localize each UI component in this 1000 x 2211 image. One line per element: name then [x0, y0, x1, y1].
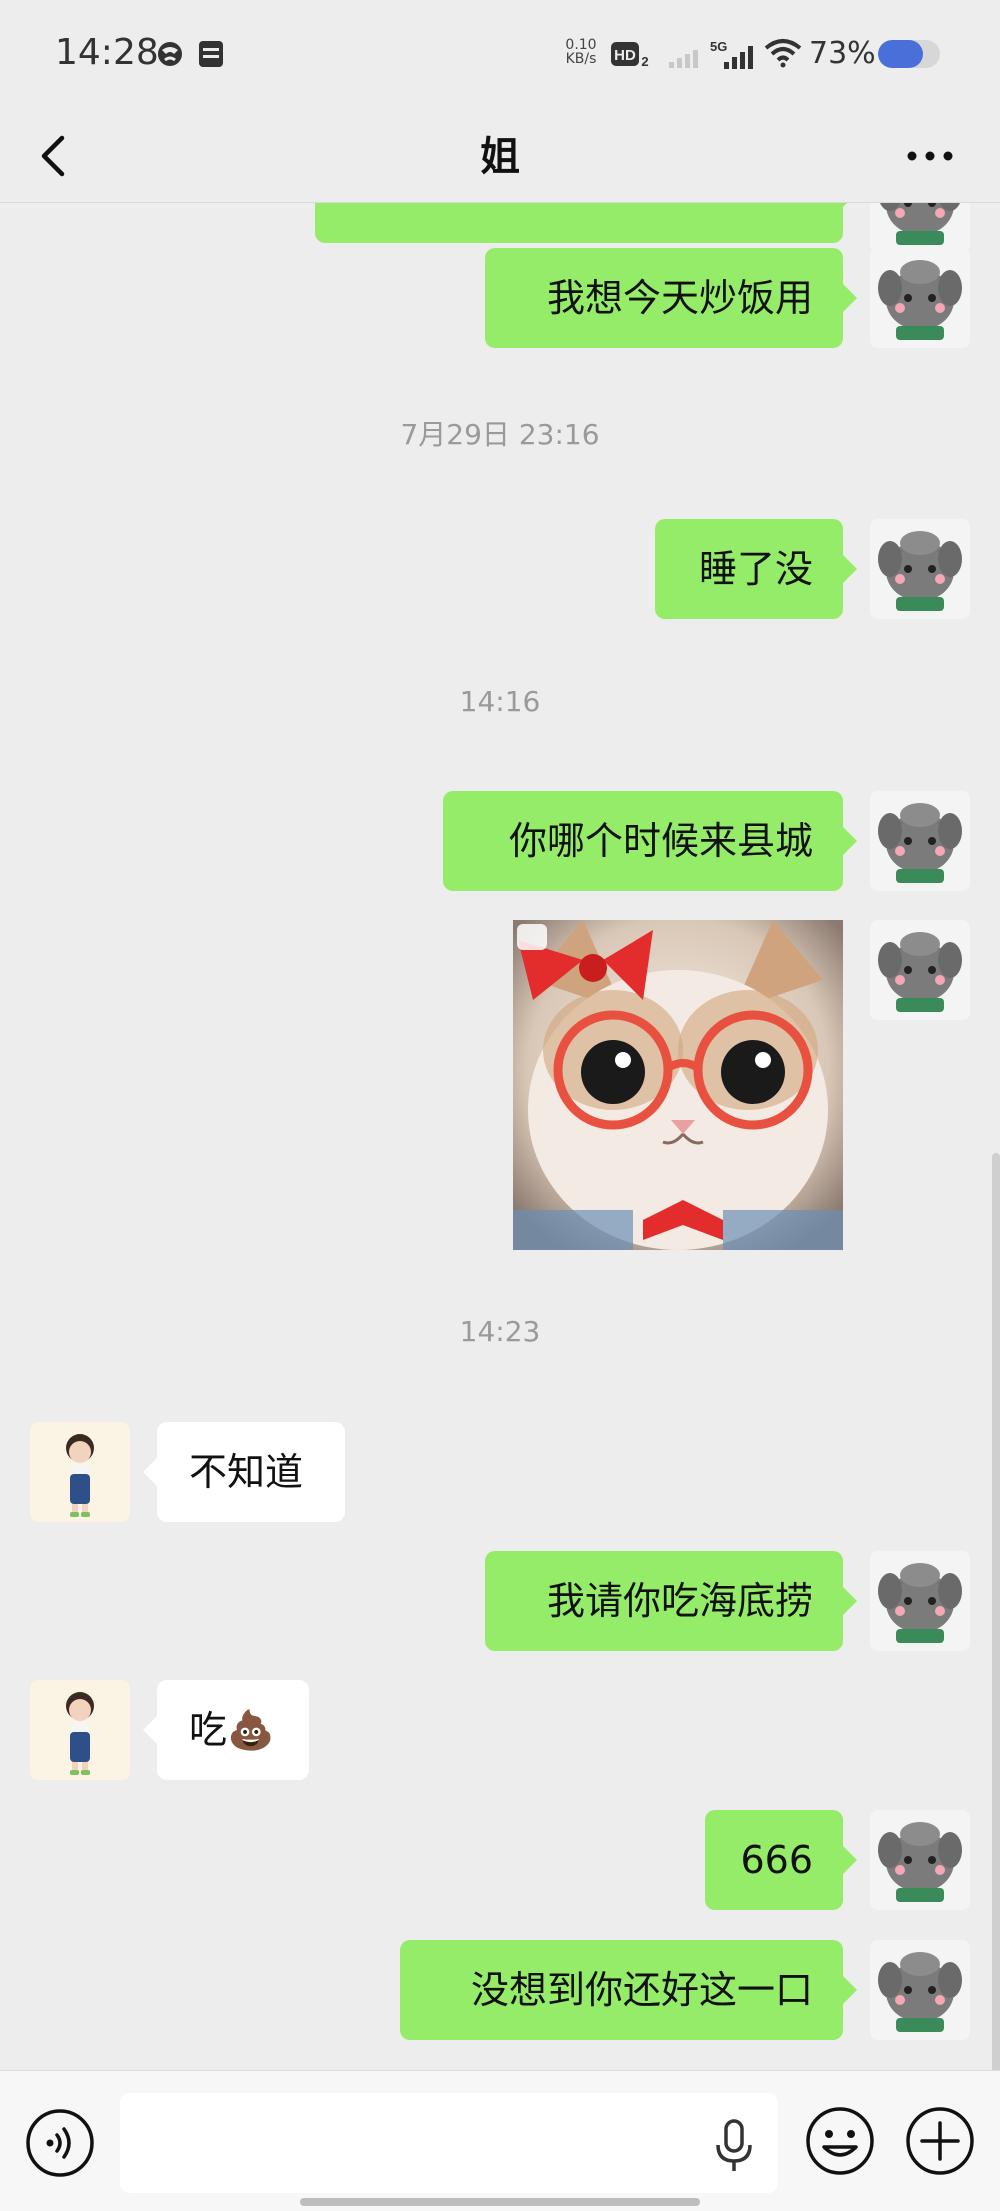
message-input[interactable] [120, 2093, 778, 2193]
status-time: 14:28 [55, 32, 159, 73]
girl-avatar-icon [30, 1422, 130, 1522]
gray-dog-avatar-icon [870, 203, 970, 253]
microphone-icon[interactable] [712, 2117, 756, 2173]
received-message-bubble[interactable]: 吃💩 [143, 1680, 309, 1780]
message-text: 睡了没 [698, 547, 813, 591]
message-bubble-cutoff[interactable] [315, 203, 857, 243]
message-timestamp: 14:23 [459, 1315, 541, 1348]
message-list[interactable]: 我想今天炒饭用 7月29日 23:16 睡了没 14:16 你哪个时候来县城 14:23 不… [0, 203, 1000, 2070]
chat-header: 姐 [0, 110, 1000, 203]
message-text: 你哪个时候来县城 [508, 819, 813, 863]
gray-dog-avatar-icon [870, 1940, 970, 2040]
message-timestamp: 14:16 [459, 685, 541, 718]
sent-message-bubble[interactable]: 你哪个时候来县城 [443, 791, 857, 891]
sent-message-bubble[interactable]: 睡了没 [655, 519, 857, 619]
sent-message-bubble[interactable]: 我请你吃海底捞 [485, 1551, 857, 1651]
signal-weak-icon [669, 50, 698, 68]
received-message-bubble[interactable]: 不知道 [143, 1422, 345, 1522]
browser-icon [158, 42, 182, 66]
message-text: 不知道 [189, 1450, 304, 1494]
my-avatar[interactable] [870, 920, 970, 1020]
my-avatar[interactable] [870, 1940, 970, 2040]
home-indicator[interactable] [300, 2198, 700, 2206]
gray-dog-avatar-icon [870, 248, 970, 348]
gray-dog-avatar-icon [870, 1551, 970, 1651]
my-avatar[interactable] [870, 1551, 970, 1651]
message-text: 我想今天炒饭用 [546, 276, 813, 320]
girl-avatar-icon [30, 1680, 130, 1780]
message-timestamp: 7月29日 23:16 [400, 418, 600, 451]
cat-glasses-sticker-icon [513, 920, 843, 1250]
gray-dog-avatar-icon [870, 519, 970, 619]
my-avatar[interactable] [870, 203, 970, 253]
sim-card-icon [199, 41, 223, 67]
network-speed: 0.10 KB/s [565, 37, 597, 67]
sticker-cat-glasses[interactable] [513, 920, 843, 1250]
contact-avatar[interactable] [30, 1422, 130, 1522]
svg-text:HD: HD [614, 47, 636, 64]
chat-title: 姐 [480, 134, 520, 180]
sent-message-bubble[interactable]: 没想到你还好这一口 [400, 1940, 857, 2040]
gray-dog-avatar-icon [870, 791, 970, 891]
battery-level [878, 40, 924, 68]
voice-mode-button[interactable] [24, 2107, 96, 2179]
battery-icon [878, 40, 940, 68]
svg-text:2: 2 [641, 54, 648, 68]
my-avatar[interactable] [870, 248, 970, 348]
svg-text:5G: 5G [710, 39, 727, 54]
chat-scrollbar[interactable] [992, 1153, 1000, 2070]
chat-screen: 14:28 0.10 KB/s HD 2 5G 73% 姐 我想今天炒饭用 7月… [0, 0, 1000, 2211]
battery-percentage: 73% [809, 36, 876, 71]
my-avatar[interactable] [870, 519, 970, 619]
message-text: 666 [740, 1838, 813, 1882]
more-options-button[interactable] [900, 134, 960, 178]
message-text: 我请你吃海底捞 [546, 1579, 813, 1623]
sent-message-bubble[interactable]: 666 [705, 1810, 857, 1910]
message-text: 没想到你还好这一口 [470, 1968, 813, 2012]
plus-button[interactable] [904, 2105, 976, 2177]
signal-5g-icon: 5G [710, 39, 753, 69]
my-avatar[interactable] [870, 791, 970, 891]
status-bar: 14:28 0.10 KB/s HD 2 5G 73% [0, 0, 1000, 110]
hd-voice-icon: HD 2 [611, 42, 649, 68]
gray-dog-avatar-icon [870, 920, 970, 1020]
sent-message-bubble[interactable]: 我想今天炒饭用 [485, 248, 857, 348]
contact-avatar[interactable] [30, 1680, 130, 1780]
gray-dog-avatar-icon [870, 1810, 970, 1910]
emoji-button[interactable] [804, 2105, 876, 2177]
input-bar [0, 2070, 1000, 2211]
wifi-icon [764, 39, 802, 68]
my-avatar[interactable] [870, 1810, 970, 1910]
message-text: 吃💩 [189, 1708, 275, 1752]
